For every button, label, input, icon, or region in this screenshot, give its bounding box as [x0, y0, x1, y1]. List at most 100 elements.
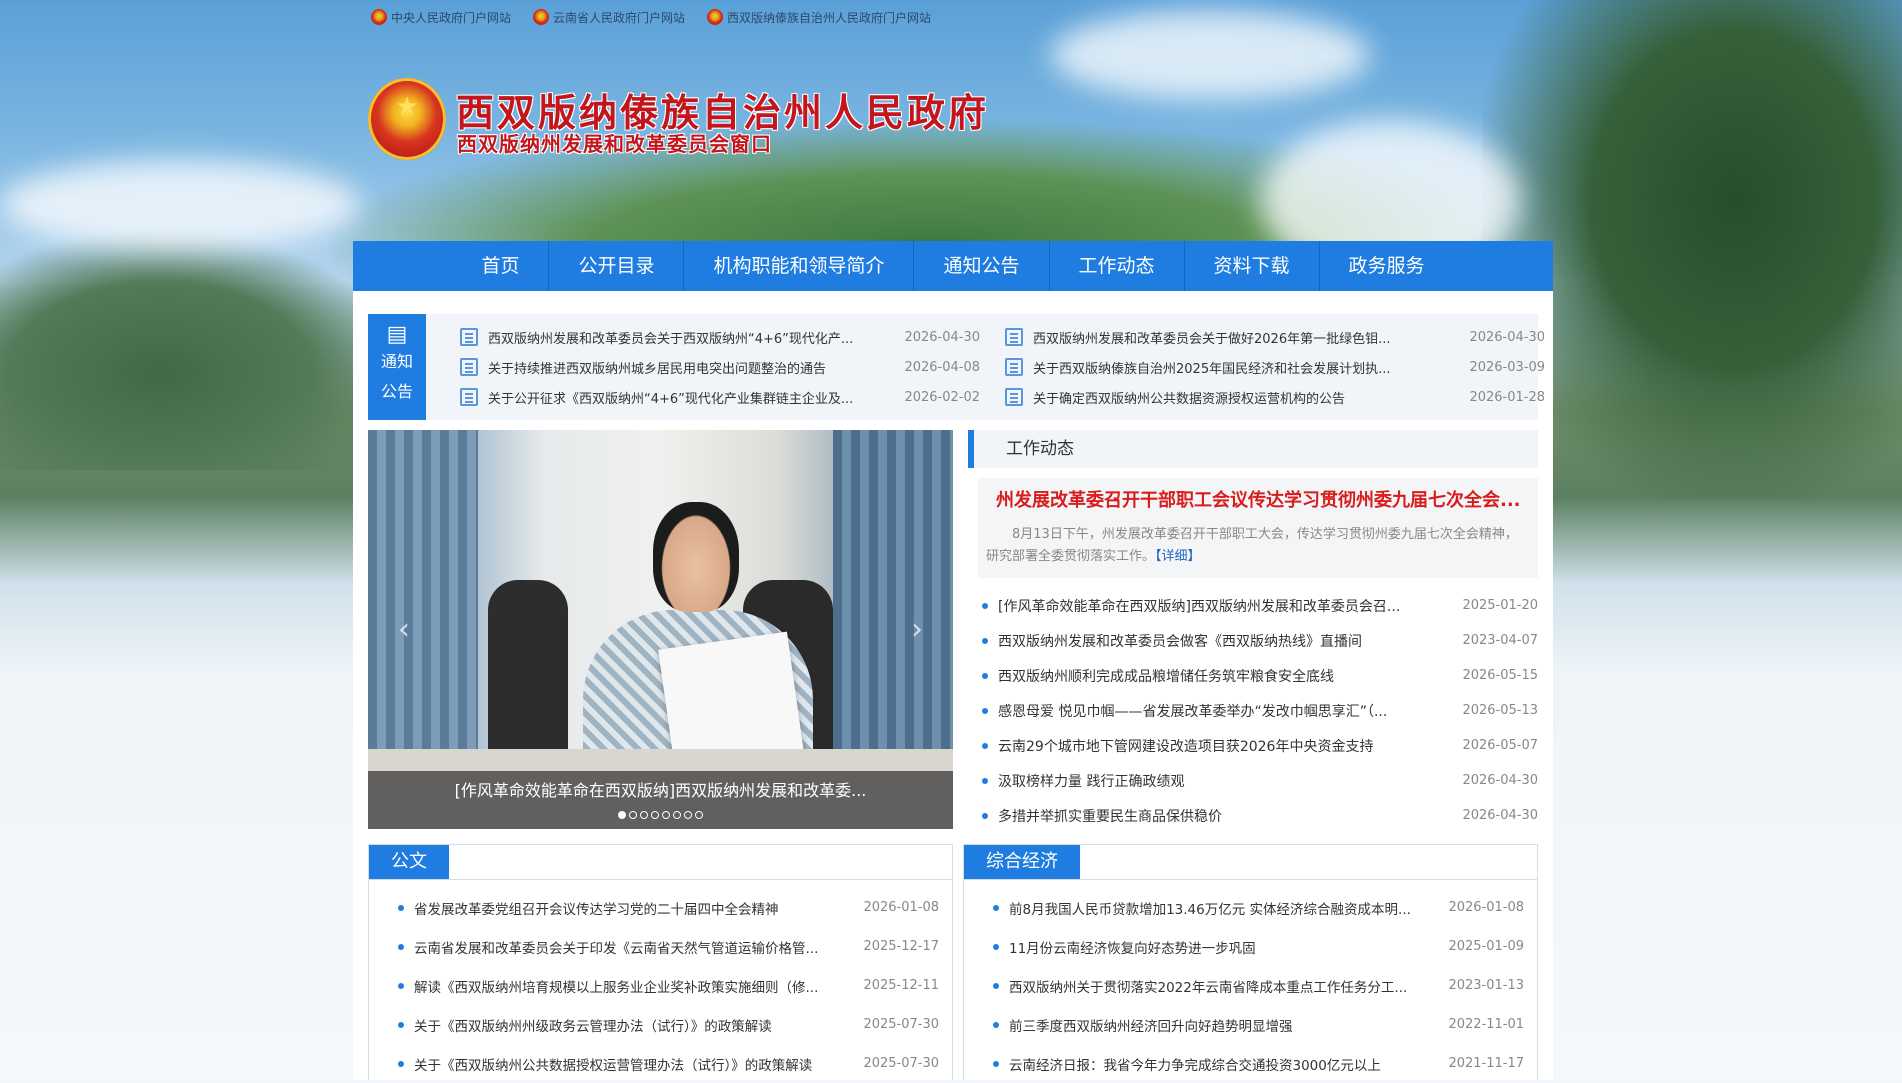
list-item[interactable]: 关于《西双版纳州州级政务云管理办法（试行）》的政策解读 2025-07-30	[394, 1005, 939, 1044]
carousel-next-arrow-icon[interactable]: ›	[911, 612, 923, 647]
carousel-dot[interactable]	[618, 811, 626, 819]
economy-tabbar: 综合经济	[964, 845, 1537, 880]
list-item-title: 云南经济日报：我省今年力争完成综合交通投资3000亿元以上	[1009, 1057, 1381, 1074]
bullet-icon	[982, 742, 988, 749]
bullet-icon	[993, 904, 999, 911]
bullet-icon	[398, 1021, 404, 1028]
site-subtitle: 西双版纳州发展和改革委员会窗口	[457, 132, 772, 156]
carousel-caption-bar: [作风革命效能革命在西双版纳]西双版纳州发展和改革委...	[368, 771, 953, 829]
nav-item-services[interactable]: 政务服务	[1320, 241, 1454, 291]
economy-list: 前8月我国人民币贷款增加13.46万亿元 实体经济综合融资成本明... 2026-…	[989, 888, 1524, 1083]
notice-list: 西双版纳州发展和改革委员会关于西双版纳州“4+6”现代化产... 2026-04-…	[460, 322, 1545, 412]
list-item[interactable]: [作风革命效能革命在西双版纳]西双版纳州发展和改革委员会召... 2025-01-…	[978, 588, 1538, 623]
list-item[interactable]: 关于《西双版纳州公共数据授权运营管理办法（试行）》的政策解读 2025-07-30	[394, 1044, 939, 1083]
list-item[interactable]: 前三季度西双版纳州经济回升向好趋势明显增强 2022-11-01	[989, 1005, 1524, 1044]
list-item-date: 2026-05-07	[1462, 738, 1538, 753]
nav-item-home[interactable]: 首页	[452, 241, 550, 291]
top-link-label: 云南省人民政府门户网站	[553, 10, 686, 25]
photo-chair	[488, 580, 568, 750]
carousel-dot[interactable]	[629, 811, 637, 819]
bullet-icon	[398, 904, 404, 911]
notice-item[interactable]: 西双版纳州发展和改革委员会关于西双版纳州“4+6”现代化产... 2026-04-…	[460, 322, 980, 352]
national-emblem-icon	[371, 9, 387, 25]
list-item-title: 西双版纳州关于贯彻落实2022年云南省降成本重点工作任务分工...	[1009, 979, 1408, 996]
work-news-heading[interactable]: 工作动态	[974, 430, 1538, 468]
bullet-icon	[982, 707, 988, 714]
carousel-dot[interactable]	[662, 811, 670, 819]
nav-item-catalog[interactable]: 公开目录	[549, 241, 685, 291]
list-item[interactable]: 云南经济日报：我省今年力争完成综合交通投资3000亿元以上 2021-11-17	[989, 1044, 1524, 1083]
notice-item[interactable]: 关于公开征求《西双版纳州“4+6”现代化产业集群链主企业及... 2026-02-…	[460, 382, 980, 412]
top-link-yunnan-gov[interactable]: 云南省人民政府门户网站	[533, 8, 685, 26]
list-item[interactable]: 云南29个城市地下管网建设改造项目获2026年中央资金支持 2026-05-07	[978, 728, 1538, 763]
detail-link[interactable]: 【详细】	[1155, 549, 1201, 564]
notice-badge: ▤ 通知 公告	[368, 314, 426, 420]
notice-title: 关于持续推进西双版纳州城乡居民用电突出问题整治的通告	[488, 361, 827, 377]
list-item-date: 2025-01-20	[1462, 598, 1538, 613]
featured-news-title[interactable]: 州发展改革委召开干部职工会议传达学习贯彻州委九届七次全会...	[996, 486, 1526, 512]
bullet-icon	[398, 1060, 404, 1067]
notice-date: 2026-02-02	[904, 389, 980, 405]
nav-item-institution[interactable]: 机构职能和领导简介	[684, 241, 915, 291]
work-news-header: 工作动态	[968, 430, 1538, 468]
tab-gongwen[interactable]: 公文	[369, 845, 449, 879]
list-item[interactable]: 西双版纳州关于贯彻落实2022年云南省降成本重点工作任务分工... 2023-01…	[989, 966, 1524, 1005]
list-item[interactable]: 云南省发展和改革委员会关于印发《云南省天然气管道运输价格管... 2025-12-…	[394, 927, 939, 966]
list-item[interactable]: 解读《西双版纳州培育规模以上服务业企业奖补政策实施细则（修... 2025-12-…	[394, 966, 939, 1005]
carousel-dots	[368, 811, 953, 819]
list-item[interactable]: 11月份云南经济恢复向好态势进一步巩固 2025-01-09	[989, 927, 1524, 966]
list-item-date: 2025-01-09	[1448, 939, 1524, 954]
list-item-date: 2021-11-17	[1448, 1056, 1524, 1071]
tab-economy[interactable]: 综合经济	[964, 845, 1080, 879]
list-item-date: 2026-01-08	[863, 900, 939, 915]
list-item-date: 2026-04-30	[1462, 808, 1538, 823]
featured-news-summary: 8月13日下午，州发展改革委召开干部职工大会，传达学习贯彻州委九届七次全会精神，…	[986, 524, 1526, 568]
notice-doc-icon	[460, 388, 478, 406]
list-item[interactable]: 感恩母爱 悦见巾帼——省发展改革委举办“发改巾帼思享汇”（... 2026-05-…	[978, 693, 1538, 728]
featured-news-text: 8月13日下午，州发展改革委召开干部职工大会，传达学习贯彻州委九届七次全会精神，…	[986, 527, 1518, 564]
notice-item[interactable]: 关于确定西双版纳州公共数据资源授权运营机构的公告 2026-01-28	[1005, 382, 1545, 412]
top-link-xsbn-gov[interactable]: 西双版纳傣族自治州人民政府门户网站	[707, 8, 931, 26]
notice-doc-icon	[1005, 328, 1023, 346]
bullet-icon	[993, 982, 999, 989]
national-emblem-logo[interactable]	[368, 78, 446, 160]
bullet-icon	[982, 812, 988, 819]
top-link-label: 西双版纳傣族自治州人民政府门户网站	[727, 10, 932, 25]
nav-item-notices[interactable]: 通知公告	[914, 241, 1050, 291]
carousel-dot[interactable]	[651, 811, 659, 819]
notice-item[interactable]: 西双版纳州发展和改革委员会关于做好2026年第一批绿色钼... 2026-04-3…	[1005, 322, 1545, 352]
list-item-title: 解读《西双版纳州培育规模以上服务业企业奖补政策实施细则（修...	[414, 979, 819, 996]
list-item-title: 云南省发展和改革委员会关于印发《云南省天然气管道运输价格管...	[414, 940, 819, 957]
list-item[interactable]: 多措并举抓实重要民生商品保供稳价 2026-04-30	[978, 798, 1538, 833]
news-carousel[interactable]: ‹ › [作风革命效能革命在西双版纳]西双版纳州发展和改革委...	[368, 430, 953, 829]
nav-item-downloads[interactable]: 资料下载	[1185, 241, 1320, 291]
list-item-date: 2025-12-17	[863, 939, 939, 954]
top-link-central-gov[interactable]: 中央人民政府门户网站	[371, 8, 511, 26]
bullet-icon	[982, 602, 988, 609]
list-item-title: 前8月我国人民币贷款增加13.46万亿元 实体经济综合融资成本明...	[1009, 901, 1411, 918]
list-item[interactable]: 省发展改革委党组召开会议传达学习党的二十届四中全会精神 2026-01-08	[394, 888, 939, 927]
notice-date: 2026-04-30	[1469, 329, 1545, 345]
notice-date: 2026-04-30	[904, 329, 980, 345]
list-item-title: 前三季度西双版纳州经济回升向好趋势明显增强	[1009, 1018, 1293, 1035]
bullet-icon	[982, 777, 988, 784]
list-item[interactable]: 西双版纳州顺利完成成品粮增储任务筑牢粮食安全底线 2026-05-15	[978, 658, 1538, 693]
list-item-date: 2025-12-11	[863, 978, 939, 993]
carousel-dot[interactable]	[695, 811, 703, 819]
notice-item[interactable]: 关于持续推进西双版纳州城乡居民用电突出问题整治的通告 2026-04-08	[460, 352, 980, 382]
list-item[interactable]: 西双版纳州发展和改革委员会做客《西双版纳热线》直播间 2023-04-07	[978, 623, 1538, 658]
list-item-title: 11月份云南经济恢复向好态势进一步巩固	[1009, 940, 1256, 957]
carousel-caption[interactable]: [作风革命效能革命在西双版纳]西双版纳州发展和改革委...	[368, 777, 953, 801]
bullet-icon	[982, 637, 988, 644]
carousel-prev-arrow-icon[interactable]: ‹	[398, 612, 410, 647]
photo-person-head	[653, 502, 739, 612]
carousel-dot[interactable]	[640, 811, 648, 819]
list-item[interactable]: 汲取榜样力量 践行正确政绩观 2026-04-30	[978, 763, 1538, 798]
gongwen-panel: 公文 省发展改革委党组召开会议传达学习党的二十届四中全会精神 2026-01-08…	[368, 844, 953, 1080]
nav-item-work-news[interactable]: 工作动态	[1050, 241, 1185, 291]
bullet-icon	[398, 982, 404, 989]
carousel-dot[interactable]	[684, 811, 692, 819]
notice-item[interactable]: 关于西双版纳傣族自治州2025年国民经济和社会发展计划执... 2026-03-0…	[1005, 352, 1545, 382]
list-item[interactable]: 前8月我国人民币贷款增加13.46万亿元 实体经济综合融资成本明... 2026-…	[989, 888, 1524, 927]
carousel-dot[interactable]	[673, 811, 681, 819]
